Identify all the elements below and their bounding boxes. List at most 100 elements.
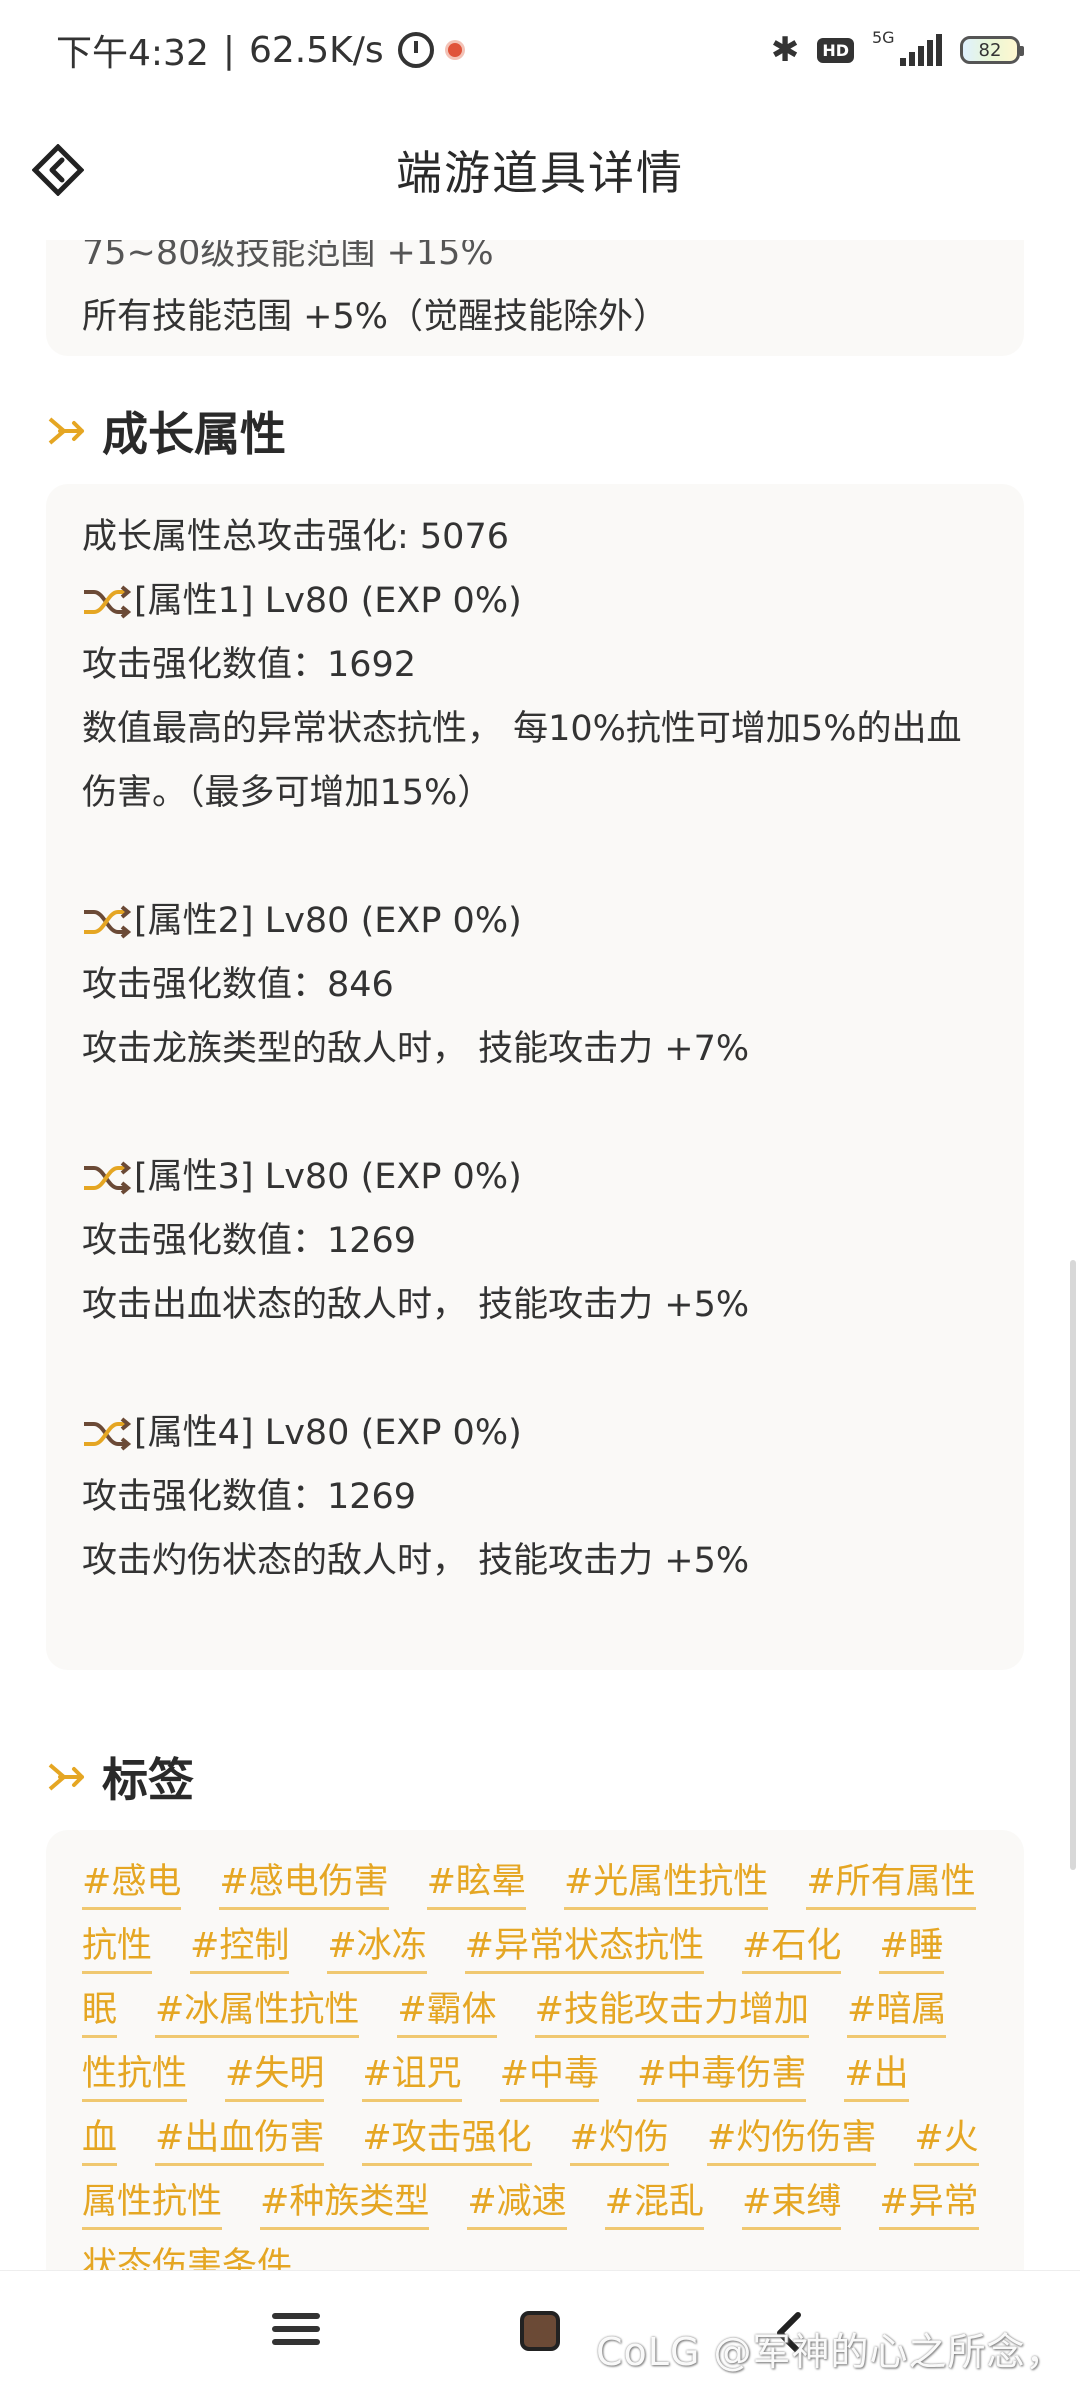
- tag[interactable]: #中毒伤害: [637, 2051, 807, 2102]
- tag[interactable]: #失明: [225, 2051, 325, 2102]
- hd-icon: HD: [817, 37, 854, 63]
- attr-1-head: [属性1] Lv80 (EXP 0%): [82, 572, 522, 623]
- tag[interactable]: #霸体: [397, 1987, 497, 2038]
- attr-4-value: 攻击强化数值：1269: [82, 1477, 417, 1517]
- effect-line: 所有技能范围 +5%（觉醒技能除外）: [82, 297, 668, 337]
- tag[interactable]: #暗属: [847, 1987, 947, 2038]
- home-square-icon[interactable]: [520, 2311, 560, 2351]
- attr-1-effect-line-2: 伤害。（最多可增加15%）: [82, 773, 493, 813]
- tag-line: 属性抗性 #种族类型 #减速 #混乱 #束缚 #异常: [82, 2172, 1002, 2236]
- tag-list: #感电 #感电伤害 #眩晕 #光属性抗性 #所有属性 抗性 #控制 #冰冻 #异…: [82, 1852, 1002, 2270]
- tag-line: 性抗性 #失明 #诅咒 #中毒 #中毒伤害 #出: [82, 2044, 1002, 2108]
- tag[interactable]: #石化: [742, 1923, 842, 1974]
- attr-4-head: [属性4] Lv80 (EXP 0%): [82, 1404, 522, 1455]
- growth-total: 成长属性总攻击强化: 5076: [82, 517, 509, 557]
- tag[interactable]: 血: [82, 2115, 118, 2166]
- tag[interactable]: 眠: [82, 1987, 118, 2038]
- tag[interactable]: #冰冻: [327, 1923, 427, 1974]
- shuffle-icon: [84, 585, 132, 619]
- recording-dot-icon: [447, 43, 462, 57]
- nav-bar: CoLG @军神的心之所念，: [0, 2270, 1080, 2400]
- tag-line: 血 #出血伤害 #攻击强化 #灼伤 #灼伤伤害 #火: [82, 2108, 1002, 2172]
- section-growth-label: 成长属性: [102, 407, 286, 461]
- tag[interactable]: #光属性抗性: [563, 1859, 769, 1910]
- tag[interactable]: #眩晕: [426, 1859, 526, 1910]
- tag[interactable]: #诅咒: [362, 2051, 462, 2102]
- tag-line: 抗性 #控制 #冰冻 #异常状态抗性 #石化 #睡: [82, 1916, 1002, 1980]
- attr-3-value: 攻击强化数值：1269: [82, 1221, 417, 1261]
- battery-level: 82: [978, 39, 1002, 61]
- tag[interactable]: #冰属性抗性: [155, 1987, 360, 2038]
- tags-card: #感电 #感电伤害 #眩晕 #光属性抗性 #所有属性 抗性 #控制 #冰冻 #异…: [46, 1830, 1024, 2270]
- tag-line: 状态伤害条件: [82, 2236, 1002, 2271]
- tag[interactable]: 属性抗性: [82, 2179, 223, 2230]
- status-speed: 62.5K/s: [248, 29, 384, 71]
- signal-icon: 5G: [872, 28, 942, 68]
- attr-2-effect: 攻击龙族类型的敌人时， 技能攻击力 +7%: [82, 1029, 750, 1069]
- tag[interactable]: #中毒: [499, 2051, 599, 2102]
- section-arrow-icon: [48, 417, 84, 445]
- tag-line: #感电 #感电伤害 #眩晕 #光属性抗性 #所有属性: [82, 1852, 1002, 1916]
- shuffle-icon: [84, 1417, 132, 1451]
- shuffle-icon: [84, 1161, 132, 1195]
- tag[interactable]: #异常: [879, 2179, 979, 2230]
- attr-1-head-text: [属性1] Lv80 (EXP 0%): [134, 581, 522, 621]
- attr-3-head-text: [属性3] Lv80 (EXP 0%): [134, 1157, 522, 1197]
- back-diamond-icon[interactable]: [32, 144, 84, 196]
- attr-2-head-text: [属性2] Lv80 (EXP 0%): [134, 901, 522, 941]
- status-time: 下午4:32: [56, 33, 209, 74]
- tag[interactable]: #感电伤害: [219, 1859, 389, 1910]
- watermark: CoLG @军神的心之所念，: [596, 2330, 1065, 2374]
- attr-1-effect-line-1: 数值最高的异常状态抗性， 每10%抗性可增加5%的出血: [82, 709, 962, 749]
- tag[interactable]: #技能攻击力增加: [534, 1987, 809, 2038]
- section-tags-label: 标签: [102, 1753, 194, 1807]
- attr-3-head: [属性3] Lv80 (EXP 0%): [82, 1148, 522, 1199]
- status-right: ✱ HD 5G 82: [770, 28, 1024, 70]
- tag[interactable]: #睡: [879, 1923, 944, 1974]
- app-header: 端游道具详情: [0, 100, 1080, 240]
- tag[interactable]: #减速: [467, 2179, 567, 2230]
- tag[interactable]: #束缚: [742, 2179, 842, 2230]
- tag[interactable]: #感电: [82, 1859, 182, 1910]
- alarm-icon: [397, 32, 434, 68]
- menu-icon[interactable]: [272, 2313, 320, 2353]
- attr-4-head-text: [属性4] Lv80 (EXP 0%): [134, 1413, 522, 1453]
- app-page: 下午4:32 | 62.5K/s ✱ HD 5G 82 端游道具详情 75~80…: [0, 0, 1080, 2400]
- tag[interactable]: #出: [844, 2051, 909, 2102]
- tag[interactable]: #异常状态抗性: [464, 1923, 704, 1974]
- tag[interactable]: 状态伤害条件: [82, 2243, 292, 2271]
- section-arrow-icon: [48, 1763, 84, 1791]
- shuffle-icon: [84, 905, 132, 939]
- battery-icon: 82: [960, 36, 1024, 64]
- tag[interactable]: 抗性: [82, 1923, 153, 1974]
- tag-line: 眠 #冰属性抗性 #霸体 #技能攻击力增加 #暗属: [82, 1980, 1002, 2044]
- tag[interactable]: #灼伤伤害: [707, 2115, 877, 2166]
- effect-line-partial: 75~80级技能范围 +15%: [82, 240, 494, 273]
- bluetooth-icon: ✱: [770, 30, 800, 70]
- attr-3-effect: 攻击出血状态的敌人时， 技能攻击力 +5%: [82, 1285, 750, 1325]
- attr-2-value: 攻击强化数值：846: [82, 965, 394, 1005]
- page-title: 端游道具详情: [396, 146, 684, 200]
- tag[interactable]: 性抗性: [82, 2051, 188, 2102]
- status-bar: 下午4:32 | 62.5K/s ✱ HD 5G 82: [0, 0, 1080, 100]
- growth-card: 成长属性总攻击强化: 5076 [属性1] Lv80 (EXP 0%) 攻击强化…: [46, 484, 1024, 1670]
- tag[interactable]: #混乱: [604, 2179, 704, 2230]
- attr-1-value: 攻击强化数值：1692: [82, 645, 417, 685]
- attr-4-effect: 攻击灼伤状态的敌人时， 技能攻击力 +5%: [82, 1541, 750, 1581]
- network-label: 5G: [872, 28, 895, 47]
- tag[interactable]: #出血伤害: [155, 2115, 325, 2166]
- section-growth-title: 成长属性: [46, 398, 286, 464]
- status-separator: |: [222, 29, 235, 71]
- tag[interactable]: #种族类型: [260, 2179, 430, 2230]
- tag[interactable]: #攻击强化: [362, 2115, 532, 2166]
- tag[interactable]: #控制: [190, 1923, 290, 1974]
- scrollbar[interactable]: [1070, 1260, 1076, 1870]
- attr-2-head: [属性2] Lv80 (EXP 0%): [82, 892, 522, 943]
- section-tags-title: 标签: [46, 1744, 194, 1810]
- tag[interactable]: #所有属性: [806, 1859, 976, 1910]
- top-effects-card: 75~80级技能范围 +15% 所有技能范围 +5%（觉醒技能除外）: [46, 240, 1024, 356]
- scroll-content[interactable]: 75~80级技能范围 +15% 所有技能范围 +5%（觉醒技能除外） 成长属性 …: [0, 240, 1080, 2270]
- tag[interactable]: #灼伤: [569, 2115, 669, 2166]
- status-left: 下午4:32 | 62.5K/s: [56, 24, 462, 76]
- tag[interactable]: #火: [914, 2115, 979, 2166]
